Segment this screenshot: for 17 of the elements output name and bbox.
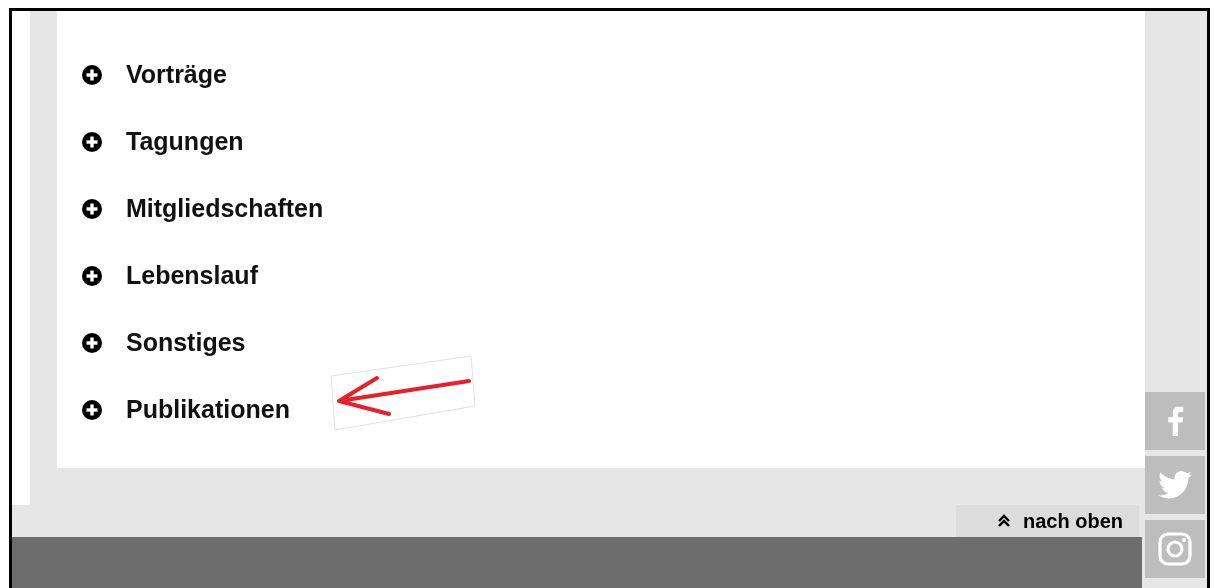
accordion-item[interactable]: Lebenslauf xyxy=(126,261,258,290)
accordion-item[interactable]: Sonstiges xyxy=(126,328,246,357)
accordion-item[interactable]: Vorträge xyxy=(126,60,227,89)
plus-circle-icon[interactable] xyxy=(82,332,102,353)
plus-circle-icon[interactable] xyxy=(82,265,102,286)
plus-circle-icon[interactable] xyxy=(82,64,102,85)
plus-circle-icon[interactable] xyxy=(82,198,102,219)
back-to-top-link[interactable]: nach oben xyxy=(956,505,1139,537)
camera-icon xyxy=(1157,531,1193,567)
accordion-item[interactable]: Publikationen xyxy=(126,395,290,424)
plus-circle-icon[interactable] xyxy=(82,399,102,420)
double-chevron-up-icon xyxy=(997,514,1011,528)
accordion-item[interactable]: Tagungen xyxy=(126,127,244,156)
plus-circle-icon[interactable] xyxy=(82,131,102,152)
bird-icon xyxy=(1158,471,1192,499)
facebook-icon xyxy=(1166,406,1184,436)
accordion-item[interactable]: Mitgliedschaften xyxy=(126,194,324,223)
